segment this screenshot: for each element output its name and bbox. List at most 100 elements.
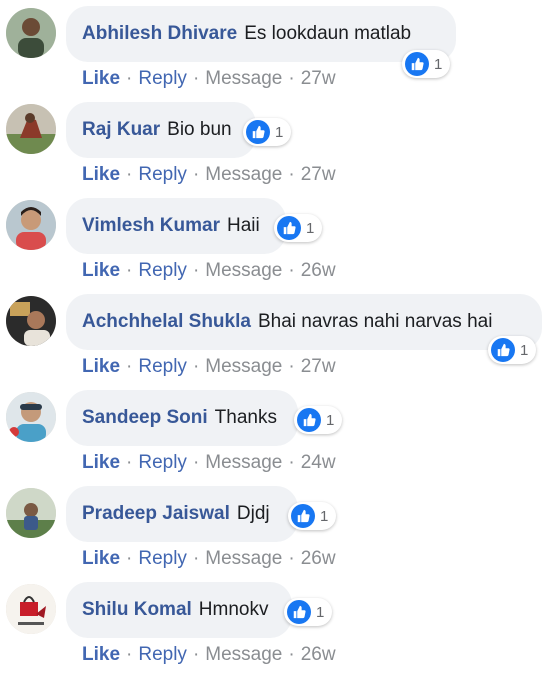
thumbs-up-icon (287, 600, 311, 624)
reaction-count-label: 1 (434, 55, 443, 73)
comment-author[interactable]: Sandeep Soni (82, 407, 208, 429)
comment-timestamp[interactable]: 26w (301, 644, 336, 666)
comment-text: Djdj (236, 503, 270, 524)
thumbs-up-icon (297, 408, 321, 432)
comment-author[interactable]: Shilu Komal (82, 599, 192, 621)
reaction-count[interactable]: 1 (402, 50, 451, 78)
like-link[interactable]: Like (82, 452, 120, 474)
reaction-count[interactable]: 1 (288, 502, 337, 530)
separator: · (288, 644, 295, 665)
thumbs-up-icon (405, 52, 429, 76)
message-link[interactable]: Message (205, 452, 282, 474)
separator: · (288, 356, 295, 377)
comment-bubble: Raj Kuar Bio bun (66, 102, 256, 158)
thumbs-up-icon (291, 504, 315, 528)
separator: · (192, 68, 200, 89)
comment-text: Thanks (214, 407, 277, 428)
reply-link[interactable]: Reply (138, 644, 187, 666)
separator: · (192, 452, 200, 473)
comment: Sandeep Soni Thanks 1 Like · Reply · Mes… (0, 390, 558, 486)
separator: · (126, 260, 133, 281)
separator: · (126, 452, 133, 473)
separator: · (126, 356, 133, 377)
comment-timestamp[interactable]: 26w (301, 260, 336, 282)
comment-text: Haii (226, 215, 260, 236)
comment-author[interactable]: Vimlesh Kumar (82, 215, 220, 237)
comment-author[interactable]: Raj Kuar (82, 119, 160, 141)
like-link[interactable]: Like (82, 260, 120, 282)
comment-author[interactable]: Achchhelal Shukla (82, 311, 251, 333)
comment-author[interactable]: Abhilesh Dhivare (82, 23, 237, 45)
comment-bubble: Sandeep Soni Thanks (66, 390, 298, 446)
like-link[interactable]: Like (82, 356, 120, 378)
separator: · (126, 164, 133, 185)
reaction-count-label: 1 (316, 603, 325, 621)
reaction-count-label: 1 (306, 219, 315, 237)
message-link[interactable]: Message (205, 164, 282, 186)
comment-text: Hmnokv (198, 599, 269, 620)
reply-link[interactable]: Reply (138, 452, 187, 474)
message-link[interactable]: Message (205, 68, 282, 90)
comment: Pradeep Jaiswal Djdj 1 Like · Reply · Me… (0, 486, 558, 582)
like-link[interactable]: Like (82, 68, 120, 90)
comment: Vimlesh Kumar Haii 1 Like · Reply · Mess… (0, 198, 558, 294)
separator: · (192, 164, 200, 185)
comment-author[interactable]: Pradeep Jaiswal (82, 503, 230, 525)
avatar[interactable] (6, 200, 56, 250)
separator: · (288, 164, 295, 185)
separator: · (288, 260, 295, 281)
comment-text: Bio bun (167, 119, 232, 140)
comment-bubble: Shilu Komal Hmnokv (66, 582, 292, 638)
reaction-count[interactable]: 1 (243, 118, 292, 146)
separator: · (126, 68, 133, 89)
comment-actions: Like · Reply · Message · 27w (82, 164, 336, 186)
reaction-count[interactable]: 1 (274, 214, 323, 242)
comment-timestamp[interactable]: 27w (301, 68, 336, 90)
comment-bubble: Vimlesh Kumar Haii (66, 198, 286, 254)
comment-actions: Like · Reply · Message · 27w (82, 68, 336, 90)
separator: · (126, 644, 133, 665)
separator: · (126, 548, 133, 569)
separator: · (288, 452, 295, 473)
comment-bubble: Abhilesh Dhivare Es lookdaun matlab (66, 6, 456, 62)
reaction-count-label: 1 (520, 341, 529, 359)
reply-link[interactable]: Reply (138, 164, 187, 186)
avatar[interactable] (6, 488, 56, 538)
separator: · (192, 644, 200, 665)
comment: Shilu Komal Hmnokv 1 Like · Reply · Mess… (0, 582, 558, 678)
like-link[interactable]: Like (82, 644, 120, 666)
avatar[interactable] (6, 8, 56, 58)
comment-actions: Like · Reply · Message · 26w (82, 644, 336, 666)
avatar[interactable] (6, 104, 56, 154)
reaction-count-label: 1 (320, 507, 329, 525)
comment-text: Es lookdaun matlab (244, 23, 412, 44)
reaction-count[interactable]: 1 (294, 406, 343, 434)
comment: Abhilesh Dhivare Es lookdaun matlab 1 Li… (0, 6, 558, 102)
reaction-count[interactable]: 1 (284, 598, 333, 626)
comment-timestamp[interactable]: 27w (301, 164, 336, 186)
message-link[interactable]: Message (205, 548, 282, 570)
reply-link[interactable]: Reply (138, 548, 187, 570)
separator: · (192, 356, 200, 377)
like-link[interactable]: Like (82, 164, 120, 186)
avatar[interactable] (6, 296, 56, 346)
avatar[interactable] (6, 584, 56, 634)
thumbs-up-icon (246, 120, 270, 144)
comment: Raj Kuar Bio bun 1 Like · Reply · Messag… (0, 102, 558, 198)
comment-timestamp[interactable]: 26w (301, 548, 336, 570)
avatar[interactable] (6, 392, 56, 442)
message-link[interactable]: Message (205, 356, 282, 378)
reaction-count[interactable]: 1 (488, 336, 537, 364)
like-link[interactable]: Like (82, 548, 120, 570)
message-link[interactable]: Message (205, 260, 282, 282)
reply-link[interactable]: Reply (138, 356, 187, 378)
reply-link[interactable]: Reply (138, 68, 187, 90)
message-link[interactable]: Message (205, 644, 282, 666)
reply-link[interactable]: Reply (138, 260, 187, 282)
comment-timestamp[interactable]: 24w (301, 452, 336, 474)
comment-bubble: Pradeep Jaiswal Djdj (66, 486, 298, 542)
comment-timestamp[interactable]: 27w (301, 356, 336, 378)
comment-actions: Like · Reply · Message · 26w (82, 260, 336, 282)
comment-text: Bhai navras nahi narvas hai (257, 311, 493, 332)
reaction-count-label: 1 (326, 411, 335, 429)
